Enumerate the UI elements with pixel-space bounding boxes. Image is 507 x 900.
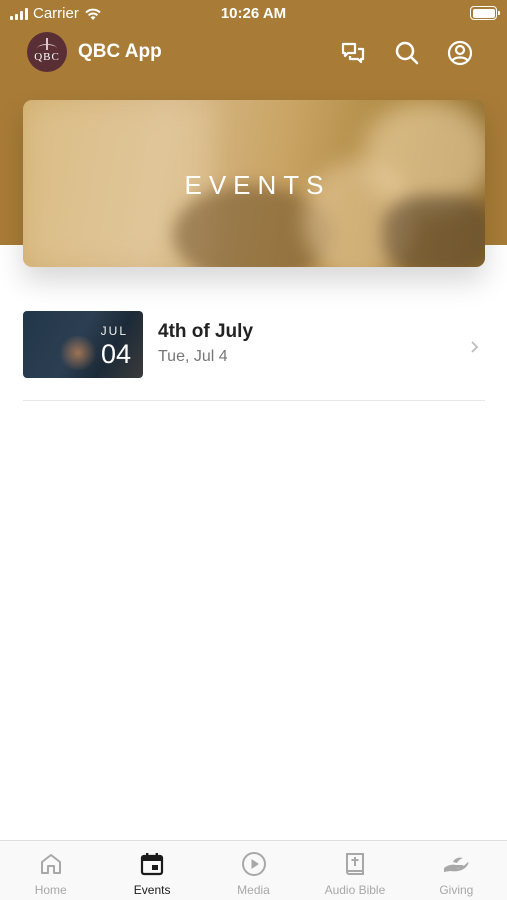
profile-icon[interactable] — [445, 38, 475, 68]
event-day: 04 — [100, 339, 131, 369]
bible-icon — [341, 850, 369, 878]
app-logo[interactable]: QBC — [27, 32, 67, 72]
tab-home-label: Home — [34, 883, 67, 897]
banner-title: EVENTS — [184, 170, 331, 200]
tab-audio-bible[interactable]: Audio Bible — [304, 841, 405, 900]
event-title: 4th of July — [158, 321, 254, 342]
tab-media[interactable]: Media — [203, 841, 304, 900]
home-icon — [37, 850, 65, 878]
battery-icon — [470, 6, 500, 20]
logo-text: QBC — [34, 51, 60, 63]
chevron-right-icon — [470, 338, 479, 359]
status-time: 10:26 AM — [220, 5, 287, 22]
app-title: QBC App — [78, 41, 162, 62]
event-thumbnail: JUL 04 — [23, 311, 143, 378]
tab-giving-label: Giving — [439, 883, 474, 897]
event-list-item[interactable]: JUL 04 4th of July Tue, Jul 4 — [23, 311, 485, 401]
tab-events[interactable]: Events — [101, 841, 202, 900]
tab-media-label: Media — [237, 883, 270, 897]
events-banner: EVENTS — [23, 100, 485, 267]
chat-icon[interactable] — [338, 38, 368, 68]
giving-hand-icon — [442, 850, 470, 878]
tab-events-label: Events — [133, 883, 171, 897]
tab-bar: Home Events Media Audio Bible Giving — [0, 840, 507, 900]
event-date: Tue, Jul 4 — [158, 348, 228, 365]
tab-home[interactable]: Home — [0, 841, 101, 900]
app-bar: QBC QBC App — [0, 30, 507, 76]
event-month: JUL — [100, 324, 128, 338]
calendar-icon — [138, 850, 166, 878]
tab-audio-bible-label: Audio Bible — [324, 883, 386, 897]
search-icon[interactable] — [392, 38, 422, 68]
play-icon — [240, 850, 268, 878]
tab-giving[interactable]: Giving — [406, 841, 507, 900]
status-bar: Carrier 10:26 AM — [0, 0, 507, 28]
